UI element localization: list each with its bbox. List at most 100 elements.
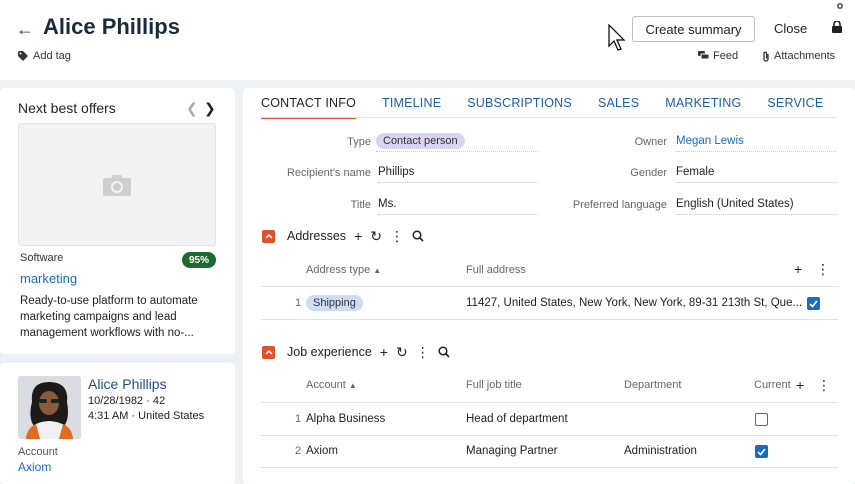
tab-subscriptions[interactable]: SUBSCRIPTIONS (467, 96, 572, 119)
collapse-job-experience-button[interactable] (262, 345, 275, 359)
refresh-icon[interactable]: ↻ (396, 345, 408, 359)
collapse-addresses-button[interactable] (262, 229, 275, 243)
search-icon[interactable] (412, 230, 424, 242)
chevron-right-icon[interactable]: ❯ (204, 100, 216, 117)
checkmark-icon (809, 299, 818, 308)
offer-name-link[interactable]: marketing (20, 271, 77, 286)
current-job-checkbox[interactable] (755, 445, 768, 458)
feed-label: Feed (713, 50, 739, 62)
mouse-cursor-icon (608, 24, 626, 51)
full-address-column-header[interactable]: Full address (466, 264, 526, 276)
table-divider (261, 402, 838, 403)
refresh-icon[interactable]: ↻ (370, 229, 382, 243)
account-header-label: Account (306, 379, 346, 391)
tab-bar: CONTACT INFO TIMELINE SUBSCRIPTIONS SALE… (261, 96, 849, 119)
row-number: 2 (295, 445, 302, 457)
job-account-link[interactable]: Alpha Business (306, 413, 385, 425)
row-number: 1 (295, 297, 302, 309)
add-tag-label: Add tag (33, 50, 71, 62)
job-title-column-header[interactable]: Full job title (466, 379, 522, 391)
gender-label: Gender (630, 167, 667, 179)
current-column-header[interactable]: Current (754, 379, 791, 391)
next-best-offers-card: Next best offers ❮ ❯ Software 95% market… (0, 88, 235, 354)
paperclip-icon (763, 51, 769, 62)
title-label: Title (350, 199, 371, 211)
feed-button[interactable]: Feed (698, 50, 738, 62)
feed-icon (698, 51, 709, 60)
plus-icon[interactable]: + (354, 229, 362, 243)
title-field[interactable]: Ms. (378, 195, 538, 215)
plus-icon[interactable]: + (380, 345, 388, 359)
address-type-column-header[interactable]: Address type ▲ (306, 264, 381, 276)
tab-timeline[interactable]: TIMELINE (382, 96, 441, 119)
page-title: Alice Phillips (43, 14, 180, 39)
owner-label: Owner (634, 136, 667, 148)
language-field[interactable]: English (United States) (676, 195, 836, 215)
recipient-label: Recipient's name (286, 167, 371, 179)
more-vertical-icon[interactable]: ⋮ (390, 229, 404, 243)
add-column-plus-icon[interactable]: + (796, 378, 804, 392)
sort-up-icon: ▲ (348, 381, 357, 390)
sort-up-icon: ▲ (373, 266, 382, 275)
more-vertical-icon[interactable]: ⋮ (416, 345, 430, 359)
recipient-name-field[interactable]: Phillips (378, 163, 538, 183)
page-header: ← Alice Phillips Add tag Create summary … (0, 0, 855, 80)
gear-icon[interactable] (836, 2, 844, 10)
tab-contact-info[interactable]: CONTACT INFO (261, 96, 356, 119)
columns-more-icon[interactable]: ⋮ (816, 262, 830, 276)
full-address-cell: 11427, United States, New York, New York… (466, 297, 803, 309)
tabs-divider (261, 117, 837, 118)
address-type-header-label: Address type (306, 264, 371, 276)
close-button[interactable]: Close (774, 21, 807, 36)
addresses-title: Addresses (287, 229, 347, 243)
add-tag-button[interactable]: Add tag (18, 50, 71, 62)
addresses-section-header: Addresses + ↻ ⋮ (262, 229, 424, 243)
job-experience-section-header: Job experience + ↻ ⋮ (262, 345, 450, 359)
account-column-header[interactable]: Account ▲ (306, 379, 357, 391)
chevron-up-icon (264, 349, 273, 355)
table-divider (261, 467, 838, 468)
current-job-checkbox[interactable] (755, 413, 768, 426)
offer-description: Ready-to-use platform to automate market… (20, 295, 198, 339)
row-number: 1 (295, 413, 302, 425)
lock-icon[interactable] (832, 21, 842, 33)
camera-icon (103, 174, 131, 196)
table-row[interactable]: Shipping (306, 295, 363, 311)
create-summary-button[interactable]: Create summary (632, 16, 755, 42)
avatar-photo (18, 376, 81, 439)
add-column-plus-icon[interactable]: + (794, 262, 802, 276)
address-primary-checkbox[interactable] (807, 297, 820, 310)
back-arrow-icon[interactable]: ← (16, 19, 34, 40)
tab-marketing[interactable]: MARKETING (665, 96, 741, 119)
offer-image-placeholder (18, 123, 216, 246)
table-divider (261, 435, 838, 436)
job-title-cell: Managing Partner (466, 445, 558, 457)
type-field[interactable]: Contact person (376, 132, 538, 152)
department-cell: Administration (624, 445, 697, 457)
search-icon[interactable] (438, 346, 450, 358)
language-label: Preferred language (572, 199, 667, 211)
type-label: Type (347, 136, 371, 148)
contact-profile-card: Alice Phillips 10/28/1982 · 42 4:31 AM ·… (0, 363, 235, 484)
attachments-button[interactable]: Attachments (762, 50, 835, 62)
account-label: Account (18, 446, 58, 458)
tab-sales[interactable]: SALES (598, 96, 639, 119)
profile-time-country: 4:31 AM · United States (88, 410, 205, 422)
job-account-link[interactable]: Axiom (306, 445, 338, 457)
gender-field[interactable]: Female (676, 163, 836, 183)
profile-name: Alice Phillips (88, 376, 167, 392)
chevron-left-icon[interactable]: ❮ (186, 100, 198, 117)
columns-more-icon[interactable]: ⋮ (817, 378, 831, 392)
tab-service[interactable]: SERVICE (767, 96, 823, 119)
offer-score-badge: 95% (182, 252, 216, 268)
owner-field[interactable]: Megan Lewis (676, 132, 836, 152)
department-column-header[interactable]: Department (624, 379, 681, 391)
avatar[interactable] (18, 376, 81, 439)
attachments-label: Attachments (774, 50, 836, 62)
offer-category: Software (20, 252, 64, 264)
job-title-cell: Head of department (466, 413, 568, 425)
address-type-chip: Shipping (306, 295, 363, 311)
account-link[interactable]: Axiom (18, 460, 51, 474)
chevron-up-icon (264, 233, 273, 239)
table-divider (261, 319, 838, 320)
